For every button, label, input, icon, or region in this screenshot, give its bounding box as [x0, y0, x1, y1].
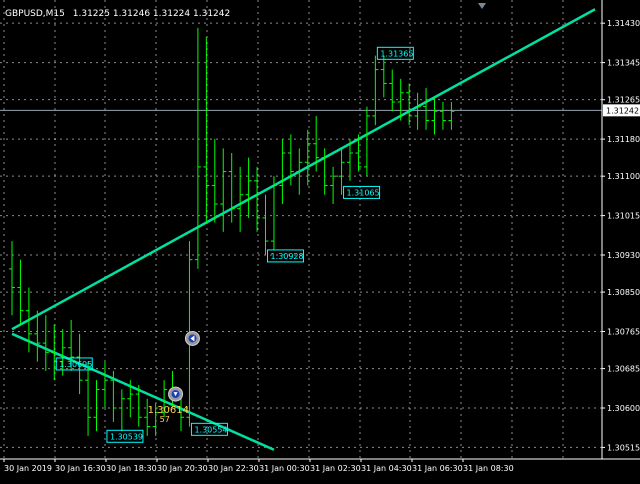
price-label-box[interactable]: 1.30695	[55, 357, 93, 371]
price-label-box[interactable]: 1.30554	[190, 422, 228, 436]
price-label-text: 1.30539	[110, 432, 143, 441]
chart-window[interactable]: 1.31365 1.31065 1.30928 1.30695 1.30539 1.305…	[0, 0, 640, 480]
price-label-text: 1.30554	[194, 425, 227, 434]
price-tick-label: 1.31180	[607, 135, 640, 144]
ohlc-values: 1.31225 1.31246 1.31224 1.31242	[73, 9, 230, 19]
signal-count-text: 57	[160, 415, 170, 424]
time-tick-label: 31 Jan 02:30	[310, 464, 361, 473]
price-label-box[interactable]: 1.31065	[343, 185, 381, 199]
bid-price-label: 1.31242	[606, 106, 639, 115]
time-tick-label: 31 Jan 04:30	[361, 464, 412, 473]
time-tick-label: 31 Jan 00:30	[259, 464, 310, 473]
price-tick-label: 1.30850	[607, 288, 640, 297]
price-label-text: 1.30928	[271, 252, 304, 261]
price-label-text: 1.31365	[380, 49, 413, 58]
price-tick-label: 1.31265	[607, 96, 640, 105]
signal-up-icon[interactable]	[184, 330, 200, 346]
price-tick-label: 1.30930	[607, 251, 640, 260]
price-label-box[interactable]: 1.31365	[376, 46, 414, 60]
time-tick-label: 30 Jan 20:30	[157, 464, 208, 473]
time-tick-label: 30 Jan 18:30	[106, 464, 157, 473]
price-tick-label: 1.31100	[607, 172, 640, 181]
price-chart[interactable]: 1.31365 1.31065 1.30928 1.30695 1.30539 1.305…	[0, 0, 640, 480]
price-tick-label: 1.30765	[607, 328, 640, 337]
time-tick-label: 31 Jan 06:30	[412, 464, 463, 473]
price-label-text: 1.31065	[347, 188, 380, 197]
time-tick-label: 30 Jan 2019	[4, 464, 52, 473]
price-tick-label: 1.30685	[607, 365, 640, 374]
signal-down-icon[interactable]	[168, 386, 184, 402]
price-tick-label: 1.31430	[607, 19, 640, 28]
time-tick-label: 31 Jan 08:30	[463, 464, 514, 473]
time-tick-label: 30 Jan 16:30	[55, 464, 106, 473]
time-tick-label: 30 Jan 22:30	[208, 464, 259, 473]
price-label-box[interactable]: 1.30928	[267, 249, 304, 263]
price-tick-label: 1.31015	[607, 212, 640, 221]
price-tick-label: 1.31345	[607, 59, 640, 68]
symbol-timeframe: GBPUSD,M15	[5, 9, 65, 19]
price-tick-label: 1.30515	[607, 443, 640, 452]
price-label-box[interactable]: 1.30539	[106, 429, 144, 443]
symbol-header: GBPUSD,M15 1.31225 1.31246 1.31224 1.312…	[5, 9, 230, 19]
price-label-text: 1.30695	[59, 360, 92, 369]
price-tick-label: 1.30600	[607, 404, 640, 413]
